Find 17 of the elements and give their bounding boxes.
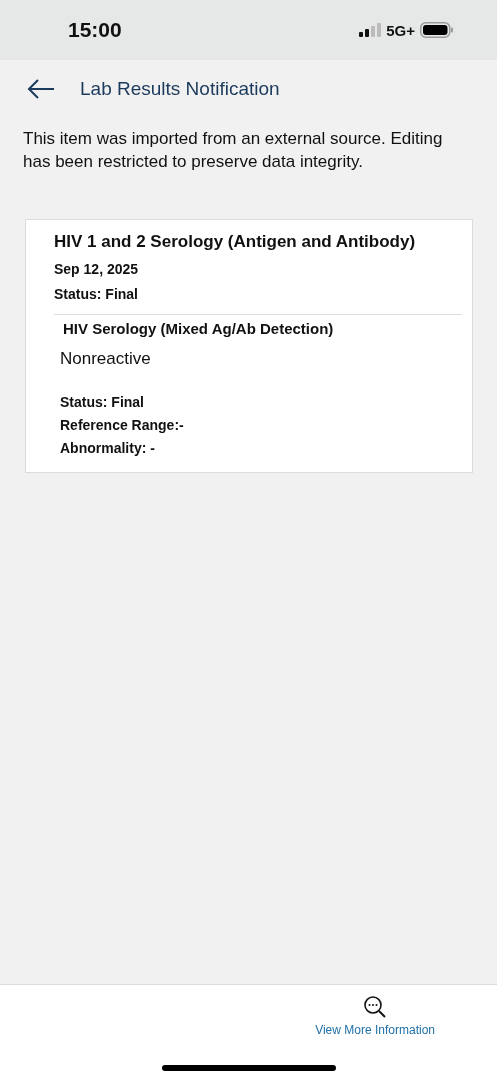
test-title: HIV 1 and 2 Serology (Antigen and Antibody) [54, 232, 417, 252]
view-more-link[interactable]: View More Information [315, 1023, 435, 1037]
network-label: 5G+ [386, 21, 415, 39]
back-arrow-icon[interactable] [27, 79, 55, 99]
clock-time: 15:00 [68, 18, 122, 42]
component-name: HIV Serology (Mixed Ag/Ab Detection) [63, 320, 335, 337]
import-notice: This item was imported from an external source. Editing has been restricted to preserve data integrity. [23, 128, 444, 173]
battery-icon [420, 22, 454, 38]
result-value: Nonreactive [60, 349, 152, 369]
component-status: Status: Final [60, 394, 145, 410]
page-title: Lab Results Notification [80, 78, 280, 100]
result-status: Status: Final [54, 286, 139, 302]
abnormality: Abnormality: - [60, 440, 156, 456]
result-date: Sep 12, 2025 [54, 261, 140, 277]
reference-range: Reference Range:- [60, 417, 185, 433]
search-icon[interactable] [363, 995, 388, 1019]
signal-icon [359, 23, 382, 37]
